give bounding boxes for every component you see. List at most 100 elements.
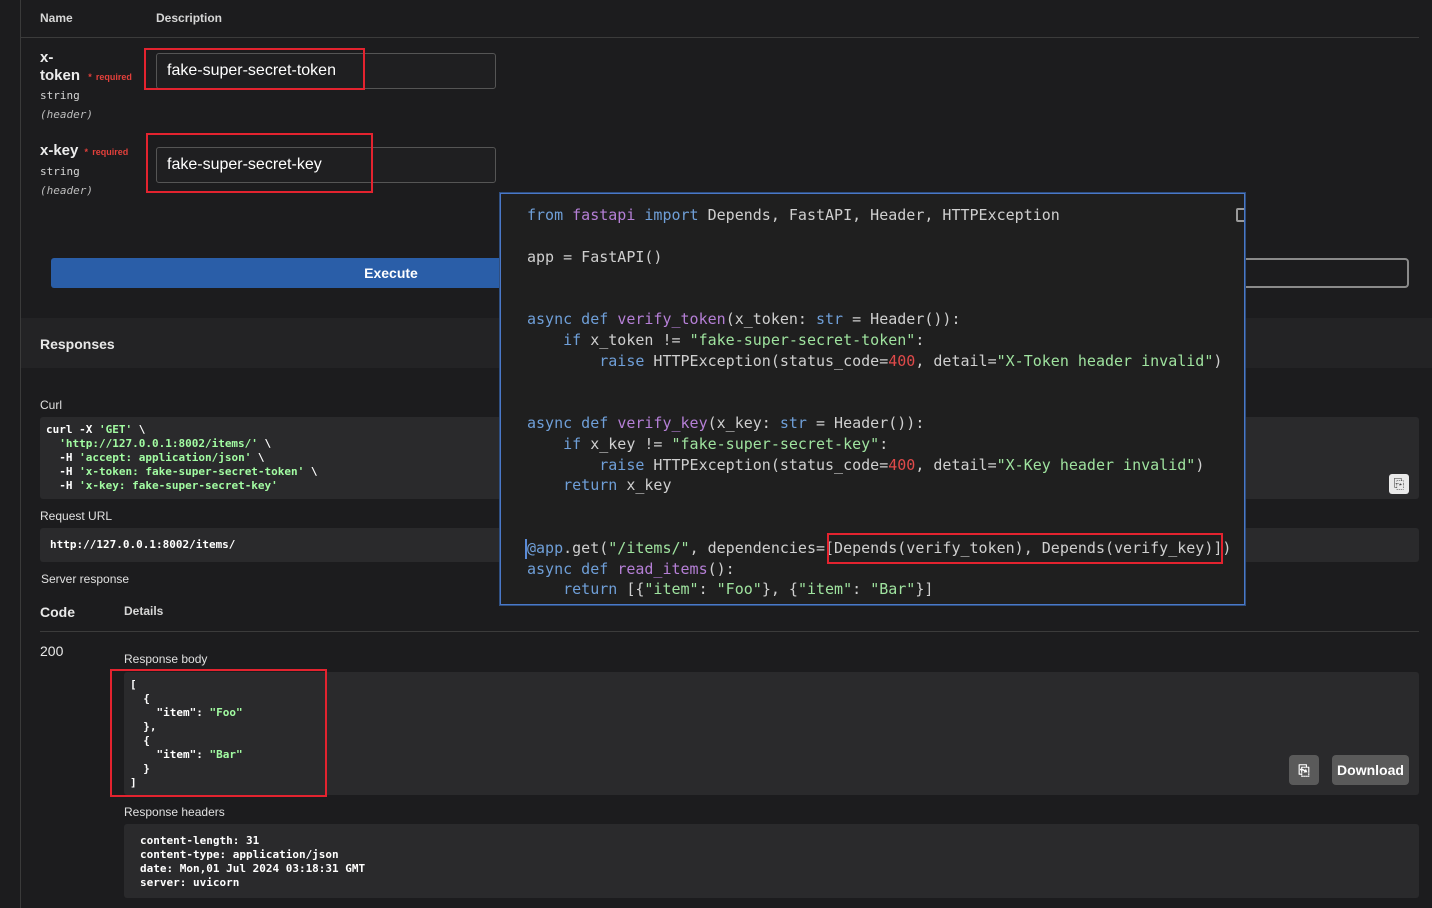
curl-string: 'x-key: fake-super-secret-key' [79,479,278,492]
code-token: }] [915,580,934,599]
code-token: Depends, FastAPI, Header, HTTPException [698,206,1060,224]
required-mark: * [84,147,89,157]
curl-text: \ [257,437,272,450]
clipboard-icon: ⎘ [1393,476,1405,491]
code-overlay: from fastapi import Depends, FastAPI, He… [500,193,1245,605]
code-token: "item" [797,580,853,599]
code-line: return x_key [527,475,1231,496]
param-name-part: x- [40,49,54,66]
code-token: HTTPException(status_code= [644,351,889,370]
code-token: raise [599,351,645,370]
code-token: HTTPException(status_code= [644,455,889,474]
code-token: app = FastAPI() [527,247,663,266]
response-headers-label: Response headers [124,805,225,819]
param-type: string [40,89,80,102]
highlight-box [827,533,1223,564]
curl-line: 'http://127.0.0.1:8002/items/' \ [46,437,318,451]
clear-button[interactable] [1240,258,1409,288]
code-token: read_items [617,559,708,578]
code-line: async def verify_token(x_token: str = He… [527,309,1231,330]
response-headers-block: content-length: 31 content-type: applicat… [124,824,1419,898]
header-line: server: uvicorn [140,876,240,889]
code-token: raise [599,455,645,474]
code-token: 400 [888,351,916,370]
download-button[interactable]: Download [1332,755,1409,785]
copy-body-button[interactable]: ⎘ [1289,755,1319,785]
request-url-value: http://127.0.0.1:8002/items/ [50,538,236,551]
highlight-box [144,48,365,90]
code-token: [{ [617,580,645,599]
responses-title: Responses [40,336,115,352]
server-response-label: Server response [41,572,130,586]
curl-line: -H 'x-key: fake-super-secret-key' [46,479,318,493]
curl-string: 'x-token: fake-super-secret-token' [79,465,305,478]
code-token: "fake-super-secret-key" [671,434,880,453]
curl-text: -H [46,465,80,478]
left-border [20,0,21,908]
curl-text: \ [304,465,318,478]
curl-label: Curl [40,398,63,412]
code-token: verify_token [617,309,726,328]
code-token: import [644,206,699,224]
code-token: "Foo" [716,580,762,599]
code-token: fastapi [572,206,636,224]
code-token: (x_key: [707,413,780,432]
divider [21,37,1419,38]
code-line: return [{"item": "Foo"}, {"item": "Bar"}… [527,579,1231,600]
code-token: verify_key [617,413,708,432]
code-line: if x_key != "fake-super-secret-key": [527,434,1231,455]
code-token: ) [1195,455,1205,474]
curl-text: -H [46,479,80,492]
line-marker [525,539,527,559]
header-line: content-type: application/json [140,848,339,861]
code-token: (x_token: [725,309,816,328]
request-url-label: Request URL [40,509,113,523]
params-header-name: Name [40,11,73,25]
code-line: from fastapi import Depends, FastAPI, He… [527,205,1231,226]
code-token: "fake-super-secret-token" [689,330,916,349]
code-header: Code [40,604,75,620]
highlight-box [146,133,373,193]
code-token: "item" [644,580,699,599]
code-token: "X-Token header invalid" [996,351,1214,370]
required-label: required [92,147,129,157]
header-line: date: Mon,01 Jul 2024 03:18:31 GMT [140,862,366,875]
code-token: from [527,206,564,224]
required-mark: * [88,72,92,82]
required-label: required [95,72,132,82]
copy-curl-button[interactable]: ⎘ [1389,474,1409,494]
curl-line: curl -X 'GET' \ [46,423,318,437]
param-name-x-token: x- token * required [40,49,132,86]
code-token: str [779,413,807,432]
curl-text: -H [46,451,80,464]
curl-string: 'GET' [98,423,133,436]
code-token: : [698,580,717,599]
code-token: return [563,476,618,495]
code-token: ) [1213,351,1223,370]
code-token: async def [527,559,609,578]
code-line: raise HTTPException(status_code=400, det… [527,455,1231,476]
code-line: async def verify_key(x_key: str = Header… [527,413,1231,434]
curl-text [46,437,59,450]
copy-icon[interactable] [1236,208,1244,222]
code-token: , detail= [915,455,997,474]
code-token: = Header()): [806,413,925,432]
param-name-part: token [40,67,81,84]
clipboard-icon: ⎘ [1298,762,1310,778]
code-token: 400 [888,455,916,474]
details-header: Details [124,604,164,618]
curl-code: curl -X 'GET' \ 'http://127.0.0.1:8002/i… [46,423,318,493]
code-token: "/items/" [608,538,690,557]
code-token: (): [707,559,735,578]
curl-text: \ [251,451,265,464]
